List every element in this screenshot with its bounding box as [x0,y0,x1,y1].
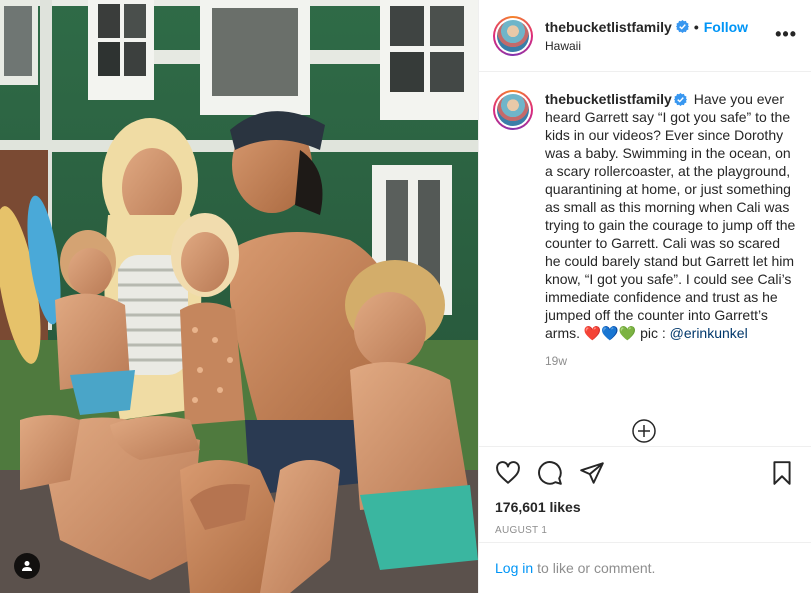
comments-section: thebucketlistfamily Have you ever heard … [479,72,811,452]
likes-count[interactable]: 176,601 likes [495,499,795,515]
separator-dot: • [693,18,699,35]
family-photo-illustration [0,0,478,593]
photographer-mention-link[interactable]: @erinkunkel [670,325,748,341]
more-options-icon[interactable]: ••• [775,24,797,45]
caption-username[interactable]: thebucketlistfamily [545,91,672,107]
user-tag-button[interactable] [14,553,40,579]
post-location[interactable]: Hawaii [545,39,748,53]
pic-credit-label: pic : [640,325,666,341]
paper-plane-icon[interactable] [579,460,605,486]
caption-text: thebucketlistfamily Have you ever heard … [545,90,797,342]
comment-icon[interactable] [537,460,563,486]
heart-icon[interactable] [495,460,521,486]
caption-body: Have you ever heard Garrett say “I got y… [545,91,796,341]
plus-circle-icon[interactable] [631,418,657,444]
post-side-panel: thebucketlistfamily • Follow Hawaii ••• … [478,0,811,593]
post-actions: 176,601 likes AUGUST 1 [479,446,811,542]
login-prompt: Log in to like or comment. [479,542,811,593]
post-header: thebucketlistfamily • Follow Hawaii ••• [479,0,811,72]
verified-badge-icon [675,20,689,33]
post-age[interactable]: 19w [545,354,797,368]
author-username[interactable]: thebucketlistfamily [545,19,672,35]
caption: thebucketlistfamily Have you ever heard … [493,90,797,342]
login-link[interactable]: Log in [495,560,533,576]
user-tag-icon [22,561,32,571]
follow-button[interactable]: Follow [704,19,748,35]
verified-badge-icon [673,93,687,106]
bookmark-icon[interactable] [769,460,795,486]
author-avatar[interactable] [493,15,533,56]
post-date[interactable]: AUGUST 1 [495,525,795,536]
caption-avatar[interactable] [493,90,533,130]
caption-hearts: ❤️💙💚 [583,325,637,341]
post-photo[interactable] [0,0,478,593]
login-prompt-text: to like or comment. [537,560,656,576]
